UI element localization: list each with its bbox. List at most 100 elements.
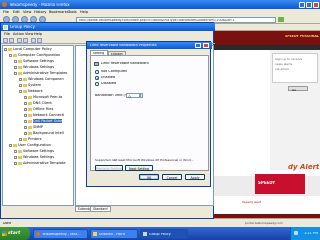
expand-collapse-icon[interactable] bbox=[9, 143, 12, 147]
gp-menu-file[interactable]: File bbox=[4, 32, 10, 36]
folder-icon bbox=[13, 143, 17, 147]
mmc-icon bbox=[3, 24, 8, 30]
help-button[interactable] bbox=[195, 43, 201, 48]
gp-menu-action[interactable]: Action bbox=[13, 32, 24, 36]
tree-node[interactable]: Administrative Template bbox=[14, 161, 66, 166]
bandwidth-limit-input[interactable]: 0 bbox=[126, 93, 140, 99]
tree-node[interactable]: QoS Packet Sche bbox=[24, 119, 63, 124]
gp-menu-help[interactable]: Help bbox=[34, 32, 42, 36]
previous-setting-button[interactable]: Previous Setting bbox=[95, 165, 123, 171]
speedy-personal-label: SPEEDY PERSONAL bbox=[285, 35, 319, 38]
ok-label: OK bbox=[146, 175, 152, 180]
expand-collapse-icon[interactable] bbox=[19, 77, 22, 81]
show-hide-tree-icon[interactable] bbox=[23, 38, 28, 43]
tree-node[interactable]: Windows Settings bbox=[14, 155, 54, 160]
tree-node[interactable]: Local Computer Policy bbox=[4, 47, 52, 52]
menu-view[interactable]: View bbox=[23, 10, 31, 14]
tab-standard[interactable]: Standard bbox=[90, 206, 111, 212]
expand-collapse-icon[interactable] bbox=[14, 59, 17, 63]
tree-node[interactable]: Software Settings bbox=[14, 149, 54, 154]
expand-collapse-icon[interactable] bbox=[24, 95, 27, 99]
tree-node[interactable]: Network bbox=[19, 89, 43, 94]
expand-collapse-icon[interactable] bbox=[14, 155, 17, 159]
next-setting-button[interactable]: Next Setting bbox=[125, 165, 153, 171]
tree-node-label: Network Connecti bbox=[33, 113, 65, 117]
expand-collapse-icon[interactable] bbox=[24, 119, 27, 123]
maximize-button[interactable] bbox=[306, 1, 312, 8]
tree-node[interactable]: Microsoft Peer-to bbox=[24, 95, 62, 100]
properties-icon[interactable] bbox=[31, 38, 36, 43]
dialog-title-bar[interactable]: Limit reservable bandwidth Properties bbox=[87, 42, 212, 49]
speedy-banner[interactable]: SPEEDY bbox=[255, 174, 305, 194]
close-button[interactable] bbox=[313, 1, 319, 8]
back-icon[interactable] bbox=[3, 38, 8, 43]
tree-node[interactable]: User Configuration bbox=[9, 143, 51, 148]
menu-history[interactable]: History bbox=[34, 10, 46, 14]
subscribe-button[interactable]: Go bbox=[288, 86, 308, 92]
close-button[interactable] bbox=[203, 43, 209, 48]
expand-collapse-icon[interactable] bbox=[24, 113, 27, 117]
radio-enabled[interactable] bbox=[95, 76, 99, 80]
mmc-icon bbox=[143, 232, 147, 236]
folder-icon bbox=[8, 47, 12, 51]
tree-node[interactable]: Printers bbox=[19, 137, 41, 142]
tree-node[interactable]: DNS Client bbox=[24, 101, 52, 106]
firefox-title-bar[interactable]: Telkomspeedy - Mozilla Firefox bbox=[0, 0, 320, 9]
minimize-button[interactable] bbox=[299, 1, 305, 8]
footer-alert-link[interactable]: Speedy Alert bbox=[242, 201, 261, 204]
folder-icon bbox=[28, 107, 32, 111]
forward-icon[interactable] bbox=[9, 38, 14, 43]
tree-node[interactable]: Windows Settings bbox=[14, 65, 54, 70]
taskbar-item-firefox[interactable]: Telkomspeedy - Moz... bbox=[33, 228, 88, 239]
menu-bookmarks[interactable]: Bookmarks bbox=[49, 10, 69, 14]
expand-collapse-icon[interactable] bbox=[9, 53, 12, 57]
help-icon[interactable] bbox=[37, 38, 42, 43]
apply-button[interactable]: Apply bbox=[185, 174, 205, 180]
menu-help[interactable]: Help bbox=[80, 10, 88, 14]
taskbar-item-paint[interactable]: Untitled - Paint bbox=[90, 228, 138, 239]
tree-node[interactable]: Windows Componen bbox=[19, 77, 64, 82]
tree-node[interactable]: System bbox=[19, 83, 41, 88]
bandwidth-limit-value: 0 bbox=[128, 94, 131, 99]
tree-node[interactable]: Computer Configuration bbox=[9, 53, 60, 58]
taskbar-item-group-policy[interactable]: Group Policy bbox=[140, 228, 188, 239]
tree-node[interactable]: SNMP bbox=[24, 125, 43, 130]
view-tabs: Extended Standard bbox=[75, 206, 214, 212]
menu-tools[interactable]: Tools bbox=[68, 10, 77, 14]
tree-node[interactable]: Offline Files bbox=[24, 107, 53, 112]
expand-collapse-icon[interactable] bbox=[4, 47, 7, 51]
menu-edit[interactable]: Edit bbox=[13, 10, 20, 14]
cancel-button[interactable]: Cancel bbox=[162, 174, 182, 180]
expand-collapse-icon[interactable] bbox=[19, 89, 22, 93]
up-icon[interactable] bbox=[17, 38, 22, 43]
policy-icon bbox=[94, 62, 99, 66]
expand-collapse-icon[interactable] bbox=[14, 65, 17, 69]
tree-node[interactable]: Network Connecti bbox=[24, 113, 64, 118]
group-policy-title-bar[interactable]: Group Policy bbox=[1, 23, 215, 31]
expand-collapse-icon[interactable] bbox=[24, 101, 27, 105]
tree-node[interactable]: Administrative Templates bbox=[14, 71, 67, 76]
expand-collapse-icon[interactable] bbox=[19, 83, 22, 87]
signup-line: Sign up to receive bbox=[275, 58, 303, 61]
expand-collapse-icon[interactable] bbox=[24, 131, 27, 135]
expand-collapse-icon[interactable] bbox=[24, 107, 27, 111]
ok-button[interactable]: OK bbox=[139, 174, 159, 180]
expand-collapse-icon[interactable] bbox=[14, 71, 17, 75]
expand-collapse-icon[interactable] bbox=[24, 125, 27, 129]
expand-collapse-icon[interactable] bbox=[14, 161, 17, 165]
spinner-icon[interactable] bbox=[140, 93, 143, 98]
expand-collapse-icon[interactable] bbox=[14, 149, 17, 153]
expand-collapse-icon[interactable] bbox=[19, 137, 22, 141]
radio-not-configured[interactable] bbox=[95, 70, 99, 74]
previous-setting-label: Previous Setting bbox=[96, 166, 122, 171]
folder-icon bbox=[28, 125, 32, 129]
go-icon[interactable] bbox=[278, 17, 284, 22]
start-button[interactable]: start bbox=[0, 227, 30, 240]
gp-menu-view[interactable]: View bbox=[25, 32, 33, 36]
tree-node[interactable]: Software Settings bbox=[14, 59, 54, 64]
supported-on-value: At least Microsoft Windows XP Profession… bbox=[114, 159, 194, 162]
menu-file[interactable]: File bbox=[3, 10, 9, 14]
tree-node[interactable]: Background Intell bbox=[24, 131, 64, 136]
radio-disabled[interactable] bbox=[95, 82, 99, 86]
network-icon[interactable] bbox=[294, 231, 298, 235]
